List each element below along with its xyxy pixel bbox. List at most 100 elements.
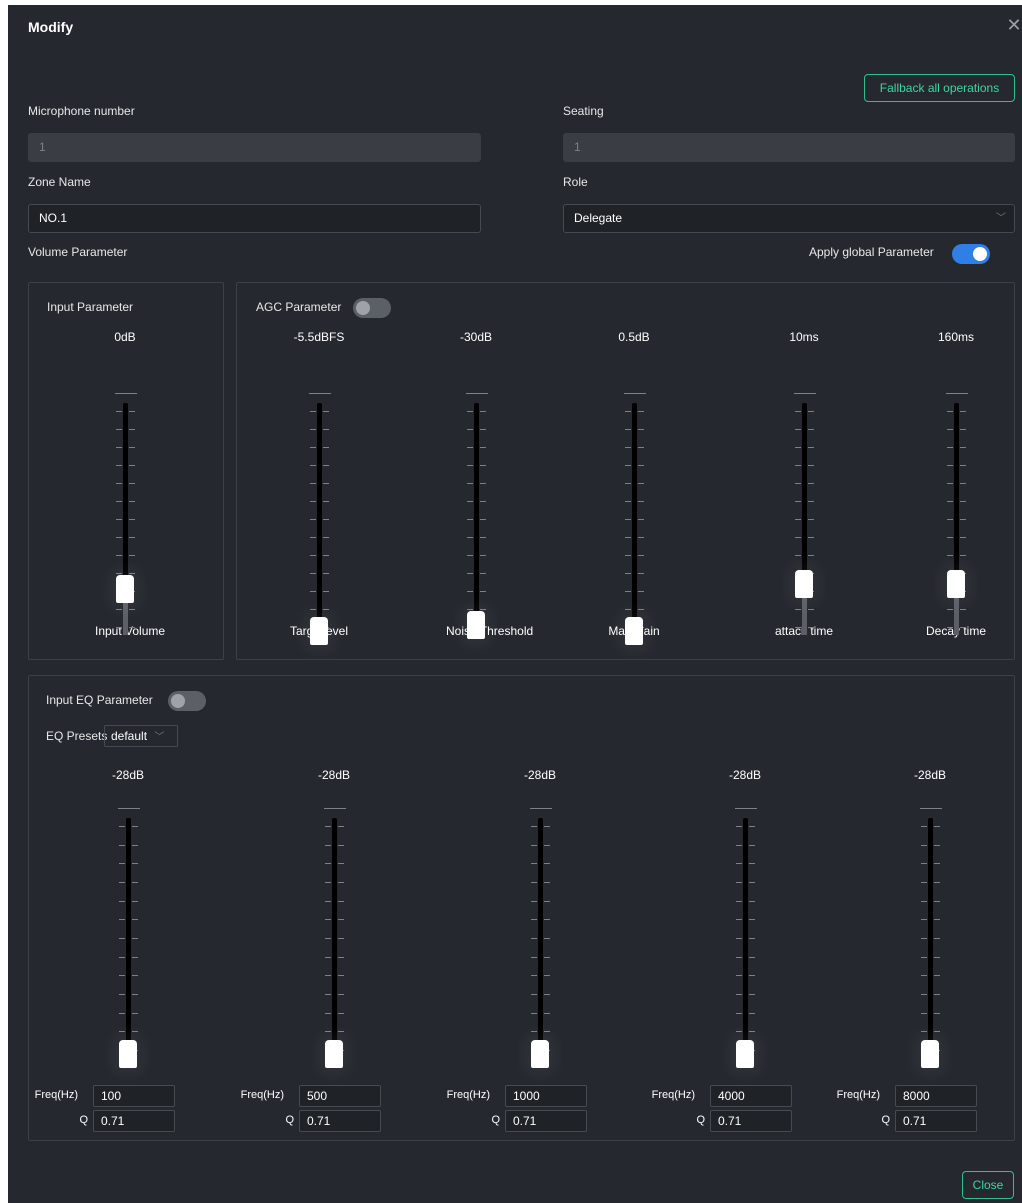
fader-tick — [338, 845, 344, 846]
apply-global-toggle[interactable] — [952, 244, 990, 264]
fader-tick — [129, 447, 135, 448]
input-volume-slider[interactable]: 0dB Input Volume — [95, 330, 165, 650]
fader-slider[interactable]: -28dB — [304, 768, 364, 1078]
fader-tick — [749, 975, 755, 976]
eq-presets-select[interactable]: default ﹀ — [104, 725, 178, 747]
fader-slider[interactable]: 10ms attack time — [774, 330, 834, 650]
fader-tick — [325, 1013, 331, 1014]
fader-tick — [119, 826, 125, 827]
fader-tick — [638, 573, 644, 574]
fader-tick — [116, 483, 122, 484]
zone-name-input[interactable]: NO.1 — [28, 204, 481, 233]
fader-tick — [338, 882, 344, 883]
fader-tick — [625, 501, 631, 502]
q-input[interactable]: 0.71 — [93, 1110, 175, 1132]
fader-tick — [808, 537, 814, 538]
fader-tick — [808, 501, 814, 502]
fader-tick — [795, 447, 801, 448]
fader-tick — [947, 465, 953, 466]
fader-tick — [531, 938, 537, 939]
fader-tick — [132, 845, 138, 846]
q-input[interactable]: 0.71 — [505, 1110, 587, 1132]
fallback-all-operations-button[interactable]: Fallback all operations — [864, 74, 1015, 102]
fader-track — [474, 403, 479, 635]
fader-tick — [749, 845, 755, 846]
freq-input[interactable]: 1000 — [505, 1085, 587, 1107]
fader-tick — [960, 609, 966, 610]
fader-tick — [531, 919, 537, 920]
fader-tick — [544, 994, 550, 995]
fader-thumb[interactable] — [310, 617, 328, 645]
freq-input[interactable]: 8000 — [895, 1085, 977, 1107]
fader-tick — [338, 957, 344, 958]
fader-tick — [310, 465, 316, 466]
fader-tick — [736, 994, 742, 995]
fader-tick — [467, 429, 473, 430]
fader-thumb[interactable] — [921, 1040, 939, 1068]
agc-parameter-heading: AGC Parameter — [256, 300, 342, 314]
fader-slider[interactable]: 160ms Decay time — [926, 330, 986, 650]
q-input[interactable]: 0.71 — [710, 1110, 792, 1132]
fader-thumb[interactable] — [625, 617, 643, 645]
fader-slider[interactable]: -28dB — [715, 768, 775, 1078]
fader-tick — [544, 882, 550, 883]
fader-tick — [934, 994, 940, 995]
fader-thumb[interactable] — [736, 1040, 754, 1068]
fader-thumb[interactable] — [467, 611, 485, 639]
fader-tick — [736, 1013, 742, 1014]
close-icon[interactable]: ✕ — [1004, 15, 1022, 35]
fader-tick — [338, 901, 344, 902]
role-select[interactable]: Delegate ﹀ — [563, 204, 1015, 233]
fader-tick — [310, 447, 316, 448]
fader-slider[interactable]: -28dB — [98, 768, 158, 1078]
close-button[interactable]: Close — [962, 1171, 1014, 1199]
freq-input[interactable]: 100 — [93, 1085, 175, 1107]
fader-tick — [310, 429, 316, 430]
freq-input[interactable]: 4000 — [710, 1085, 792, 1107]
fader-tick — [119, 975, 125, 976]
q-input[interactable]: 0.71 — [895, 1110, 977, 1132]
fader-tick — [323, 501, 329, 502]
microphone-number-field: 1 — [28, 133, 481, 162]
freq-input[interactable]: 500 — [299, 1085, 381, 1107]
fader-tick — [323, 411, 329, 412]
fader-tick — [480, 447, 486, 448]
fader-tick — [132, 975, 138, 976]
fader-tick — [116, 609, 122, 610]
fader-thumb[interactable] — [947, 570, 965, 598]
agc-toggle[interactable] — [353, 298, 391, 318]
fader-tick — [129, 627, 135, 628]
eq-toggle[interactable] — [168, 691, 206, 711]
fader-slider[interactable]: -30dB Noise Threshold — [446, 330, 533, 650]
fader-tick — [531, 845, 537, 846]
fader-tick — [116, 573, 122, 574]
fader-tick — [625, 483, 631, 484]
fader-thumb[interactable] — [325, 1040, 343, 1068]
toggle-knob — [171, 694, 185, 708]
fader-tick — [808, 429, 814, 430]
fader-tick — [638, 411, 644, 412]
fader-tick — [116, 429, 122, 430]
fader-thumb[interactable] — [119, 1040, 137, 1068]
fader-tick — [947, 501, 953, 502]
fader-tick — [467, 537, 473, 538]
fader-slider[interactable]: -28dB — [510, 768, 570, 1078]
fader-tick — [795, 609, 801, 610]
fader-tick — [116, 465, 122, 466]
fader-thumb[interactable] — [795, 570, 813, 598]
fader-tick — [808, 627, 814, 628]
fader-tick — [132, 994, 138, 995]
fader-slider[interactable]: -5.5dBFSTargetlevel — [289, 330, 349, 650]
fader-thumb[interactable] — [116, 575, 134, 603]
fader-tick — [749, 994, 755, 995]
fader-slider[interactable]: -28dB — [900, 768, 960, 1078]
fader-tick — [480, 591, 486, 592]
fader-tick — [947, 447, 953, 448]
fader-thumb[interactable] — [531, 1040, 549, 1068]
q-input[interactable]: 0.71 — [299, 1110, 381, 1132]
fader-slider[interactable]: 0.5dB Max Gain — [604, 330, 664, 650]
fader-tick — [808, 447, 814, 448]
q-label: Q — [696, 1114, 705, 1126]
fader-tick — [132, 938, 138, 939]
fader-tick — [480, 609, 486, 610]
